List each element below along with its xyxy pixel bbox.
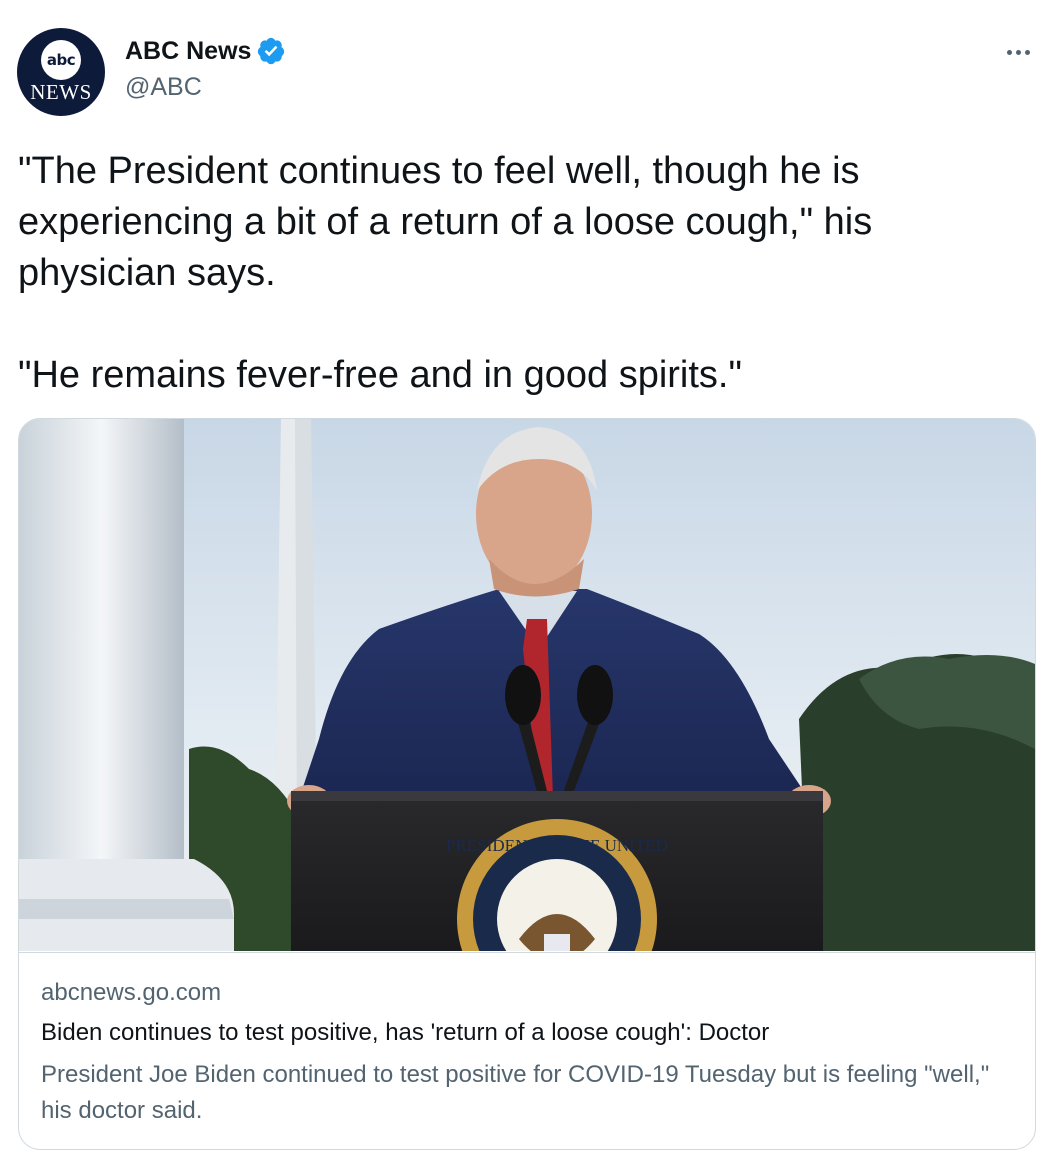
avatar[interactable]: abc NEWS <box>17 28 105 116</box>
link-preview-card[interactable]: PRESIDENT OF THE UNITED abcnews.go.com B… <box>18 418 1036 1150</box>
author-name-row: ABC News <box>125 34 286 68</box>
abc-logo-text: abc <box>46 51 76 69</box>
news-logo-text: NEWS <box>30 80 92 104</box>
seal-text: PRESIDENT OF THE UNITED <box>446 836 668 855</box>
verified-badge-icon <box>258 37 285 65</box>
tweet: abc NEWS ABC News @ABC "The President co… <box>0 0 1052 1166</box>
tweet-paragraph: "The President continues to feel well, t… <box>18 150 883 294</box>
author-display-name[interactable]: ABC News <box>125 37 251 66</box>
abc-logo-disc: abc <box>41 40 81 80</box>
link-card-body: abcnews.go.com Biden continues to test p… <box>19 952 1035 1149</box>
more-horizontal-icon-dot <box>1015 49 1021 55</box>
author-handle[interactable]: @ABC <box>125 73 202 102</box>
link-card-description: President Joe Biden continued to test po… <box>41 1061 990 1124</box>
more-options-button[interactable] <box>996 38 1040 66</box>
more-horizontal-icon-dot <box>1024 49 1030 55</box>
tweet-paragraph: "He remains fever-free and in good spiri… <box>18 354 742 396</box>
article-photo: PRESIDENT OF THE UNITED <box>19 419 1035 951</box>
link-card-title: Biden continues to test positive, has 'r… <box>41 1019 770 1046</box>
tweet-text: "The President continues to feel well, t… <box>18 146 1028 401</box>
link-card-domain: abcnews.go.com <box>41 979 222 1006</box>
more-horizontal-icon <box>1006 49 1012 55</box>
